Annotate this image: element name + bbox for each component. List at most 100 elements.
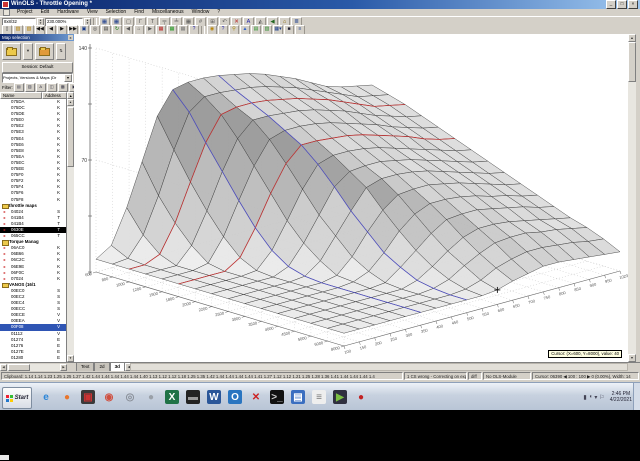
- taskbar-app-settings[interactable]: ●: [141, 386, 161, 408]
- taskbar-app-winols[interactable]: ●: [351, 386, 371, 408]
- scrollbar-thumb[interactable]: [628, 42, 636, 82]
- taskbar-app-internet-explorer[interactable]: e: [36, 386, 56, 408]
- scrollbar-thumb[interactable]: [8, 364, 30, 371]
- menu-item-miscellaneous[interactable]: Miscellaneous: [148, 9, 188, 16]
- x-axis-label: 600: [497, 306, 505, 313]
- scroll-up-icon[interactable]: ▲: [67, 99, 74, 106]
- screen-letterbox: [0, 410, 640, 461]
- sidebar-horizontal-scrollbar[interactable]: ◀ ▶: [0, 364, 74, 371]
- rpm-axis-label: 1500: [149, 291, 160, 298]
- taskbar-app-explorer[interactable]: ▤: [288, 386, 308, 408]
- menu-item-window[interactable]: Window: [188, 9, 214, 16]
- scroll-left-icon[interactable]: ◀: [0, 364, 7, 371]
- scope-dropdown-value: Projects, Versions & Maps (Dr: [3, 75, 57, 80]
- minimize-button[interactable]: _: [606, 0, 616, 9]
- x-axis-tick: [466, 312, 468, 316]
- filter-button-4[interactable]: ◫: [46, 82, 57, 92]
- map-list: 075DA K 075DC K 075DE K 075E0 K 075E2 K 075E3 K 075E…: [0, 99, 67, 362]
- rpm-axis-tick: [307, 335, 312, 338]
- x-axis-label: 650: [512, 302, 520, 309]
- rpm-axis-label: 3500: [248, 320, 259, 327]
- tray-flag-icon[interactable]: ⚐: [599, 394, 604, 401]
- column-header-address[interactable]: Address: [42, 92, 67, 99]
- scroll-down-icon[interactable]: ▼: [67, 355, 74, 362]
- tray-clock[interactable]: 2:46 PM 4/22/2021: [610, 391, 632, 403]
- chart-vertical-scrollbar[interactable]: ▲ ▼: [628, 34, 636, 362]
- import-file-button[interactable]: [35, 43, 54, 60]
- filter-button-1[interactable]: ▤: [13, 82, 24, 92]
- scroll-down-icon[interactable]: ▼: [628, 354, 636, 362]
- taskbar-app-skype[interactable]: ◎: [120, 386, 140, 408]
- taskbar-app-console[interactable]: ▬: [183, 386, 203, 408]
- menu-item-project[interactable]: Project: [13, 9, 37, 16]
- tray-volume-icon[interactable]: ◖: [589, 394, 593, 400]
- toolbar-separator: [201, 26, 205, 34]
- module-status: No OLS-Module: [483, 372, 531, 380]
- chevron-down-icon[interactable]: ▼: [64, 74, 72, 82]
- menu-item-edit[interactable]: Edit: [37, 9, 54, 16]
- taskbar-app-winols-icon: ●: [357, 391, 365, 403]
- map-3d-view[interactable]: 70 140 600 800 1000 1200 1500 1800 2000 2200 2500 3…: [74, 34, 628, 362]
- screen-corner-artifact: [0, 455, 9, 460]
- menu-item-help[interactable]: ?: [213, 9, 224, 16]
- title-bar[interactable]: WinOLS - Throttle Opening * _ □ ×: [0, 0, 640, 9]
- surface-plot[interactable]: 70 140 600 800 1000 1200 1500 1800 2000 2200 2500 3…: [74, 34, 628, 362]
- rpm-axis-label: 5000: [297, 335, 308, 342]
- rpm-axis-tick: [125, 281, 130, 284]
- maximize-button[interactable]: □: [617, 0, 627, 9]
- show-desktop-button[interactable]: [633, 383, 640, 411]
- taskbar-app-chrome[interactable]: ◉: [99, 386, 119, 408]
- session-button[interactable]: Session: Default: [2, 62, 73, 73]
- scroll-up-icon[interactable]: ▲: [628, 34, 636, 42]
- taskbar-app-firefox[interactable]: ●: [57, 386, 77, 408]
- list-column-headers: Name Address ▲: [0, 92, 74, 99]
- z-axis-label: 140: [79, 46, 88, 52]
- rpm-axis-label: 2000: [182, 301, 193, 308]
- scrollbar-thumb[interactable]: [67, 107, 74, 167]
- rpm-axis-label: 2200: [198, 305, 209, 312]
- x-axis-label: 250: [390, 336, 398, 343]
- open-project-button[interactable]: [2, 43, 21, 60]
- menu-item-view[interactable]: View: [83, 9, 102, 16]
- diff-status: diff: [468, 372, 482, 380]
- taskbar-app-cmd-icon: >_: [270, 390, 284, 404]
- rpm-axis-label: 1000: [116, 281, 127, 288]
- taskbar-app-utility[interactable]: ▣: [78, 386, 98, 408]
- menu-item-find[interactable]: Find: [130, 9, 148, 16]
- system-tray: ▮ ◖ ▾ ⚐ 2:46 PM 4/22/2021: [583, 386, 632, 408]
- panel-close-icon[interactable]: x: [68, 35, 73, 40]
- checksum-warning: 1 CS wrong - Correcting on export: [404, 372, 467, 380]
- scope-dropdown[interactable]: Projects, Versions & Maps (Dr ▼: [2, 73, 73, 83]
- toolbar-bottom: ▯ ▨ ▧ ◀◀ ◀ ▶ ▶▶ ▣ ◎ ▤ ↻ ◀ ⌂ ▶ ▦ ▦ ▦? ◉? ⚲ ▲ ▤ ▥ ▦▾ ■ ≡: [0, 25, 640, 35]
- menu-item-selection[interactable]: Selection: [102, 9, 131, 16]
- panel-title-bar[interactable]: Map selection x: [0, 34, 74, 41]
- column-header-name[interactable]: Name: [0, 92, 42, 99]
- taskbar-app-close-x[interactable]: ✕: [246, 386, 266, 408]
- taskbar-app-excel[interactable]: X: [162, 386, 182, 408]
- taskbar-app-word[interactable]: W: [204, 386, 224, 408]
- sort-indicator-icon[interactable]: ▲: [67, 92, 74, 99]
- taskbar-app-notepad[interactable]: ≡: [309, 386, 329, 408]
- desktop-screen: WinOLS - Throttle Opening * _ □ × Projec…: [0, 0, 640, 461]
- start-button[interactable]: Start: [2, 387, 32, 409]
- x-axis-tick: [558, 287, 560, 291]
- taskbar-app-media[interactable]: ▶: [330, 386, 350, 408]
- filter-button-5[interactable]: ▩: [57, 82, 68, 92]
- filter-button-2[interactable]: ▥: [24, 82, 35, 92]
- x-axis-label: 550: [482, 311, 490, 318]
- scroll-right-icon[interactable]: ▶: [60, 364, 67, 371]
- taskbar-app-outlook[interactable]: O: [225, 386, 245, 408]
- chart-horizontal-scrollbar[interactable]: [130, 363, 628, 371]
- filter-button-3[interactable]: A: [35, 82, 46, 92]
- project-dropdown-button[interactable]: ▼: [23, 43, 33, 60]
- x-axis-tick: [573, 283, 576, 287]
- panel-title: Map selection: [2, 35, 30, 40]
- map-list-scrollbar[interactable]: ▲ ▼: [66, 99, 74, 362]
- tray-update-icon[interactable]: ▾: [594, 394, 597, 401]
- tray-network-icon[interactable]: ▮: [583, 394, 586, 401]
- menu-item-hardware[interactable]: Hardware: [53, 9, 83, 16]
- close-button[interactable]: ×: [628, 0, 638, 9]
- panel-extra-button[interactable]: ⇅: [56, 43, 66, 60]
- sidebar-map-row[interactable]: 01280 E: [0, 355, 67, 361]
- taskbar-app-cmd[interactable]: >_: [267, 386, 287, 408]
